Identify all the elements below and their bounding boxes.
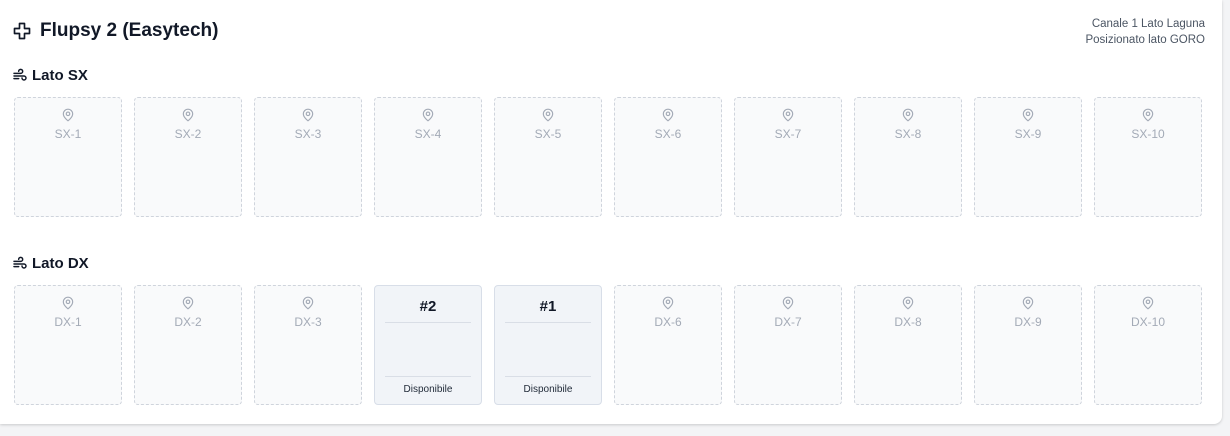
basket-status: Disponibile xyxy=(505,376,591,404)
basket-status: Disponibile xyxy=(385,376,471,404)
flupsy-card: Flupsy 2 (Easytech) Canale 1 Lato Laguna… xyxy=(0,0,1222,424)
map-pin-icon xyxy=(1142,296,1154,310)
slot-label: SX-9 xyxy=(1014,127,1042,141)
slot-label: SX-6 xyxy=(654,127,682,141)
map-pin-icon xyxy=(542,108,554,122)
empty-slot[interactable]: DX-2 xyxy=(134,285,242,405)
empty-slot[interactable]: SX-9 xyxy=(974,97,1082,217)
empty-slot[interactable]: SX-6 xyxy=(614,97,722,217)
empty-slot[interactable]: SX-10 xyxy=(1094,97,1202,217)
section-label: Lato DX xyxy=(32,255,89,272)
empty-slot[interactable]: SX-1 xyxy=(14,97,122,217)
basket-body xyxy=(495,323,601,376)
map-pin-icon xyxy=(902,108,914,122)
map-pin-icon xyxy=(1022,296,1034,310)
empty-slot[interactable]: SX-3 xyxy=(254,97,362,217)
empty-slot[interactable]: DX-10 xyxy=(1094,285,1202,405)
empty-slot[interactable]: SX-5 xyxy=(494,97,602,217)
position-info: Posizionato lato GORO xyxy=(1085,34,1205,46)
empty-slot[interactable]: SX-7 xyxy=(734,97,842,217)
slot-label: SX-7 xyxy=(774,127,802,141)
slot-label: DX-1 xyxy=(54,315,82,329)
empty-slot[interactable]: DX-6 xyxy=(614,285,722,405)
card-header: Flupsy 2 (Easytech) xyxy=(12,20,218,42)
slot-label: SX-10 xyxy=(1131,127,1165,141)
empty-slot[interactable]: SX-2 xyxy=(134,97,242,217)
basket-body xyxy=(375,323,481,376)
empty-slot[interactable]: DX-1 xyxy=(14,285,122,405)
map-pin-icon xyxy=(182,108,194,122)
slot-label: DX-7 xyxy=(774,315,802,329)
slot-label: DX-6 xyxy=(654,315,682,329)
page-title: Flupsy 2 (Easytech) xyxy=(40,20,219,41)
map-pin-icon xyxy=(782,108,794,122)
slot-label: SX-1 xyxy=(54,127,82,141)
map-pin-icon xyxy=(422,108,434,122)
slot-label: DX-9 xyxy=(1014,315,1042,329)
slot-row-sx: SX-1 SX-2 SX-3 SX-4 SX-5 SX-6 SX-7 SX-8 SX-9 SX-1… xyxy=(14,97,1202,217)
map-pin-icon xyxy=(662,296,674,310)
wind-icon xyxy=(13,68,27,81)
channel-info: Canale 1 Lato Laguna xyxy=(1091,18,1205,30)
map-pin-icon xyxy=(662,108,674,122)
empty-slot[interactable]: SX-4 xyxy=(374,97,482,217)
section-title-dx: Lato DX xyxy=(12,255,89,272)
wind-icon xyxy=(13,256,27,269)
header-meta: Canale 1 Lato Laguna Posizionato lato GO… xyxy=(1085,16,1205,48)
slot-label: DX-10 xyxy=(1130,315,1165,329)
map-pin-icon xyxy=(62,296,74,310)
map-pin-icon xyxy=(1022,108,1034,122)
empty-slot[interactable]: DX-9 xyxy=(974,285,1082,405)
slot-label: DX-2 xyxy=(174,315,202,329)
empty-slot[interactable]: DX-8 xyxy=(854,285,962,405)
slot-label: SX-5 xyxy=(534,127,562,141)
map-pin-icon xyxy=(302,108,314,122)
slot-row-dx: DX-1 DX-2 DX-3 #2 Disponibile #1 Disponibile DX… xyxy=(14,285,1202,405)
basket-slot[interactable]: #2 Disponibile xyxy=(374,285,482,405)
slot-label: SX-2 xyxy=(174,127,202,141)
empty-slot[interactable]: DX-7 xyxy=(734,285,842,405)
basket-slot[interactable]: #1 Disponibile xyxy=(494,285,602,405)
slot-label: SX-4 xyxy=(414,127,442,141)
map-pin-icon xyxy=(902,296,914,310)
map-pin-icon xyxy=(62,108,74,122)
slot-label: SX-8 xyxy=(894,127,922,141)
slot-label: DX-8 xyxy=(894,315,922,329)
slot-label: DX-3 xyxy=(294,315,322,329)
slot-label: SX-3 xyxy=(294,127,322,141)
map-pin-icon xyxy=(782,296,794,310)
basket-number: #2 xyxy=(385,286,471,323)
map-pin-icon xyxy=(182,296,194,310)
map-pin-icon xyxy=(302,296,314,310)
map-pin-icon xyxy=(1142,108,1154,122)
basket-number: #1 xyxy=(505,286,591,323)
move-cross-icon xyxy=(13,22,31,40)
section-label: Lato SX xyxy=(32,67,88,84)
empty-slot[interactable]: DX-3 xyxy=(254,285,362,405)
empty-slot[interactable]: SX-8 xyxy=(854,97,962,217)
section-title-sx: Lato SX xyxy=(12,67,88,84)
